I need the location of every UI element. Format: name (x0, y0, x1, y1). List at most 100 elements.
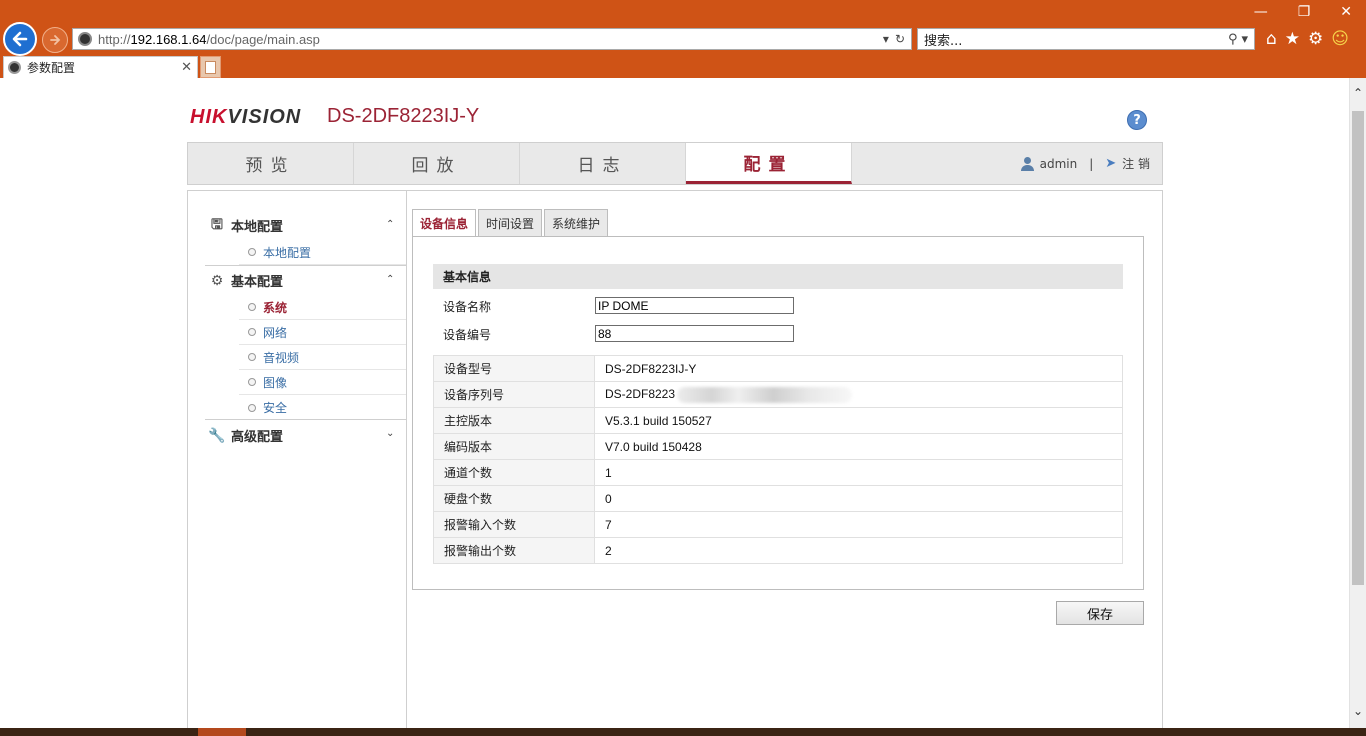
sidebar-separator (205, 419, 406, 420)
address-bar[interactable]: http://192.168.1.64/doc/page/main.asp ▾ … (72, 28, 912, 50)
wrench-icon: 🔧 (208, 427, 226, 444)
nav-tab-playback[interactable]: 回放 (354, 143, 520, 184)
refresh-icon[interactable]: ↻ (895, 32, 905, 46)
url-host: 192.168.1.64 (130, 31, 207, 47)
sidebar-item-label: 系统 (263, 300, 288, 315)
nav-tab-config[interactable]: 配置 (686, 143, 852, 184)
sidebar-item-label: 图像 (263, 375, 288, 390)
sidebar-item-label: 安全 (263, 401, 288, 415)
bullet-icon (248, 303, 256, 311)
scrollbar-thumb[interactable] (1352, 111, 1364, 585)
nav-tab-preview[interactable]: 预览 (188, 143, 354, 184)
address-dropdown-icon[interactable]: ▾ (883, 32, 889, 46)
subtab-maintenance[interactable]: 系统维护 (544, 209, 609, 237)
table-row: 主控版本 V5.3.1 build 150527 (433, 407, 1123, 434)
row-key: 报警输入个数 (433, 511, 595, 538)
minimize-icon[interactable]: — (1254, 4, 1268, 20)
row-key: 硬盘个数 (433, 485, 595, 512)
logout-link[interactable]: 注 销 (1122, 155, 1150, 172)
bullet-icon (248, 248, 256, 256)
bullet-icon (248, 403, 256, 412)
table-row: 编码版本 V7.0 build 150428 (433, 433, 1123, 460)
back-arrow-icon (12, 31, 28, 47)
table-row: 报警输入个数 7 (433, 511, 1123, 538)
settings-gear-icon[interactable]: ⚙ (1308, 29, 1323, 49)
forward-arrow-icon (50, 35, 61, 45)
collapse-caret-icon[interactable]: ⌃ (386, 274, 394, 285)
device-number-input[interactable] (595, 325, 794, 342)
tab-close-icon[interactable]: ✕ (181, 60, 192, 75)
search-input[interactable]: 搜索... (924, 30, 962, 49)
table-row: 设备型号 DS-2DF8223IJ-Y (433, 355, 1123, 382)
bullet-icon (248, 353, 256, 361)
row-value: 0 (594, 485, 1123, 512)
row-value: V7.0 build 150428 (594, 433, 1123, 460)
logo-hik: HIK (190, 106, 228, 128)
search-dropdown-icon[interactable]: ▾ (1241, 32, 1248, 47)
scroll-up-icon[interactable]: ⌃ (1353, 86, 1363, 100)
close-window-icon[interactable]: ✕ (1340, 4, 1352, 20)
sidebar-item-label: 音视频 (263, 350, 300, 365)
table-row: 报警输出个数 2 (433, 537, 1123, 564)
save-button[interactable]: 保存 (1056, 601, 1144, 625)
bullet-icon (248, 328, 256, 336)
sidebar-group-label: 高级配置 (231, 430, 284, 445)
row-key: 设备序列号 (433, 381, 595, 408)
new-tab-button[interactable] (200, 56, 221, 78)
browser-chrome: — ❐ ✕ http://192.168.1.64/doc/page/main.… (0, 0, 1366, 78)
sidebar-group-advanced[interactable]: 🔧 高级配置 (208, 426, 284, 446)
tab-title: 参数配置 (27, 61, 76, 75)
home-icon[interactable]: ⌂ (1266, 29, 1277, 49)
subtab-device-info[interactable]: 设备信息 (412, 209, 477, 237)
restore-icon[interactable]: ❐ (1298, 4, 1311, 20)
search-box[interactable]: 搜索... ⚲ ▾ (917, 28, 1255, 50)
device-info-table: 设备型号 DS-2DF8223IJ-Y 设备序列号 DS-2DF8223 主控版本 V… (433, 355, 1123, 564)
row-value: 1 (594, 459, 1123, 486)
gear-icon: ⚙ (210, 272, 224, 289)
hikvision-logo: HIKVISION (190, 106, 301, 129)
user-area: admin | ➤ 注 销 (1020, 143, 1162, 184)
taskbar-active-item[interactable] (198, 728, 246, 736)
sidebar-item-network[interactable]: 网络 (239, 320, 406, 345)
sidebar-group-basic[interactable]: ⚙ 基本配置 (209, 271, 284, 291)
browser-tab[interactable]: 参数配置 ✕ (3, 56, 198, 78)
forward-button[interactable] (42, 27, 68, 53)
sidebar-item-label: 本地配置 (263, 245, 312, 260)
back-button[interactable] (3, 22, 37, 56)
sidebar-item-local-config[interactable]: 本地配置 (239, 240, 406, 265)
logout-icon[interactable]: ➤ (1105, 156, 1116, 171)
sidebar-item-audio-video[interactable]: 音视频 (239, 345, 406, 370)
row-key: 报警输出个数 (433, 537, 595, 564)
row-value: DS-2DF8223 (605, 386, 676, 401)
new-tab-icon (205, 60, 216, 74)
expand-caret-icon[interactable]: ⌄ (386, 428, 394, 439)
sidebar-item-system[interactable]: 系统 (239, 295, 406, 320)
device-name-input[interactable] (595, 297, 794, 314)
table-row: 设备序列号 DS-2DF8223 (433, 381, 1123, 408)
sidebar-divider (406, 190, 407, 736)
window-controls: — ❐ ✕ (1254, 4, 1352, 20)
row-key: 通道个数 (433, 459, 595, 486)
search-icon[interactable]: ⚲ (1228, 32, 1238, 47)
sidebar-group-label: 基本配置 (231, 275, 284, 290)
table-row: 通道个数 1 (433, 459, 1123, 486)
smiley-feedback-icon[interactable]: ☺ (1331, 29, 1349, 49)
user-icon (1020, 156, 1034, 171)
serial-redaction (677, 386, 853, 403)
favorites-star-icon[interactable]: ★ (1285, 29, 1300, 49)
nav-tab-log[interactable]: 日志 (520, 143, 686, 184)
help-button[interactable]: ? (1127, 110, 1147, 130)
row-key: 主控版本 (433, 407, 595, 434)
logo-vision: VISION (227, 106, 302, 128)
user-separator: | (1089, 156, 1094, 171)
scroll-down-icon[interactable]: ⌄ (1353, 704, 1363, 718)
sidebar-item-security[interactable]: 安全 (239, 395, 406, 420)
sidebar-group-local[interactable]: 🖫 本地配置 (209, 216, 283, 236)
sidebar-separator (205, 265, 406, 266)
subtab-time-settings[interactable]: 时间设置 (478, 209, 543, 237)
table-row: 硬盘个数 0 (433, 485, 1123, 512)
sidebar-item-image[interactable]: 图像 (239, 370, 406, 395)
collapse-caret-icon[interactable]: ⌃ (386, 219, 394, 230)
vertical-scrollbar[interactable]: ⌃ ⌄ (1349, 78, 1366, 728)
url-prefix: http:// (98, 31, 131, 47)
